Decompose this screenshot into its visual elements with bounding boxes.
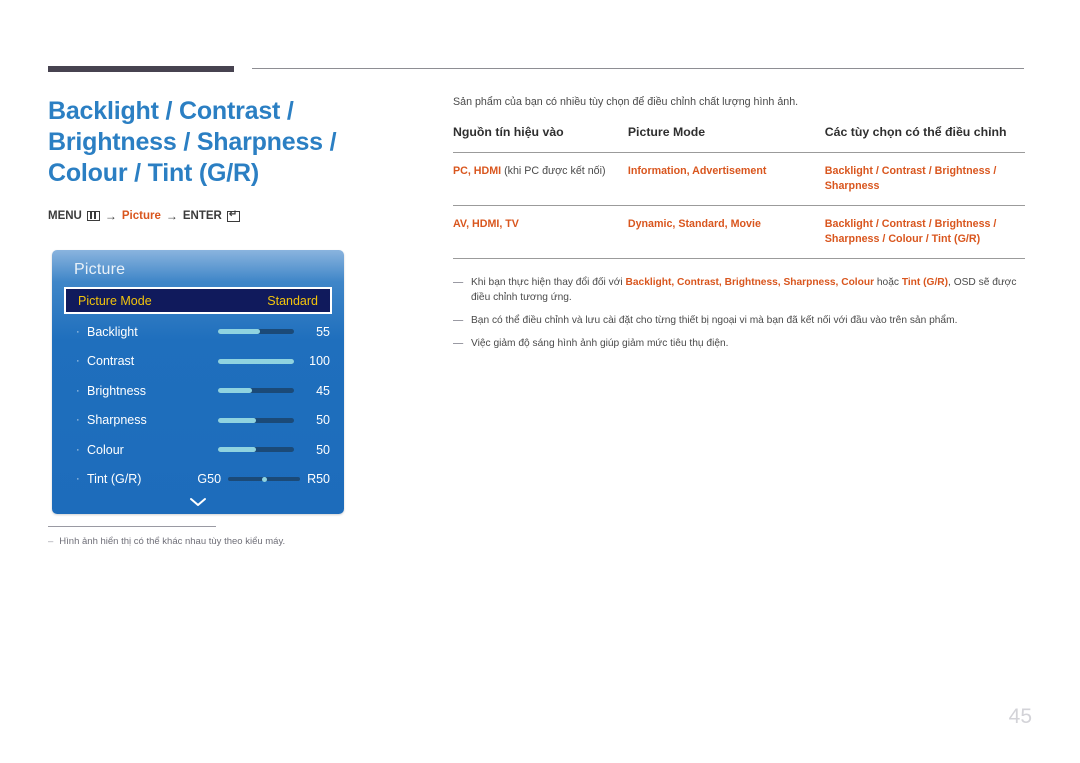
note-prefix: Khi bạn thực hiện thay đổi đối với (471, 277, 626, 288)
table-header-source: Nguồn tín hiệu vào (453, 125, 564, 139)
table-row: AV, HDMI, TV Dynamic, Standard, Movie Ba… (453, 205, 1025, 259)
menu-path-picture-label: Picture (121, 210, 161, 222)
osd-row-picture-mode-label: Picture Mode (78, 293, 152, 308)
note-dash: — (453, 315, 463, 326)
table-cell-modes: Dynamic, Standard, Movie (627, 205, 825, 259)
osd-rows: · Backlight 55 · Contrast 100 · Brightne… (52, 317, 344, 494)
osd-panel-title: Picture (74, 261, 126, 278)
note-highlight: Backlight, Contrast, Brightness, Sharpne… (625, 277, 875, 288)
osd-tint-right-label: R50 (307, 472, 330, 487)
note-middle: hoặc (874, 277, 902, 288)
osd-row-contrast-value: 100 (309, 354, 330, 369)
osd-row-sharpness-value: 50 (316, 413, 330, 428)
osd-row-tint[interactable]: · Tint (G/R) G50 R50 (52, 465, 344, 495)
table-cell-source: AV, HDMI, TV (453, 205, 628, 259)
note-dash: — (453, 338, 463, 349)
osd-picture-panel: Picture Picture Mode Standard · Backligh… (52, 250, 344, 514)
osd-tint-track[interactable] (228, 476, 301, 482)
footnote-text: Hình ảnh hiển thị có thể khác nhau tùy t… (59, 536, 286, 547)
page-title: Backlight / Contrast / Brightness / Shar… (48, 97, 337, 187)
note-text: Việc giảm độ sáng hình ảnh giúp giảm mức… (471, 338, 729, 349)
osd-row-brightness-value: 45 (316, 383, 330, 398)
osd-slider-tint[interactable]: G50 R50 (197, 472, 330, 486)
osd-row-sharpness-label: Sharpness (87, 413, 147, 428)
left-column: Backlight / Contrast / Brightness / Shar… (48, 96, 418, 223)
table-header-options: Các tùy chọn có thể điều chỉnh (824, 125, 1007, 139)
osd-slider-colour[interactable] (218, 447, 294, 453)
note-dash: — (453, 277, 463, 288)
osd-row-colour-value: 50 (316, 442, 330, 457)
osd-row-contrast[interactable]: · Contrast 100 (52, 347, 344, 377)
menu-path-arrow-2: → (165, 209, 178, 223)
footnote-rule (48, 526, 216, 527)
note-item: — Bạn có thể điều chỉnh và lưu cài đặt c… (453, 313, 1025, 328)
osd-bullet-icon: · (76, 414, 80, 427)
menu-path-enter-label: ENTER (182, 210, 222, 222)
right-column: Sản phẩm của bạn có nhiều tùy chọn để đi… (453, 96, 1025, 359)
osd-bullet-icon: · (76, 355, 80, 368)
chevron-down-icon (190, 498, 206, 506)
osd-row-picture-mode-value: Standard (267, 293, 318, 308)
osd-bullet-icon: · (76, 443, 80, 456)
osd-row-picture-mode[interactable]: Picture Mode Standard (64, 287, 332, 314)
note-text: Khi bạn thực hiện thay đổi đối với Backl… (471, 275, 1025, 305)
osd-tint-left-label: G50 (197, 472, 222, 487)
notes-list: — Khi bạn thực hiện thay đổi đối với Bac… (453, 275, 1025, 351)
note-highlight-2: Tint (G/R) (901, 277, 949, 288)
osd-row-brightness[interactable]: · Brightness 45 (52, 376, 344, 406)
osd-slider-backlight[interactable] (218, 329, 294, 335)
source-note: (khi PC được kết nối) (501, 165, 606, 177)
menu-path-menu-label: MENU (48, 210, 82, 222)
osd-row-sharpness[interactable]: · Sharpness 50 (52, 406, 344, 436)
menu-path: MENU → Picture → ENTER (48, 209, 418, 223)
osd-row-backlight-label: Backlight (87, 324, 138, 339)
note-text: Bạn có thể điều chỉnh và lưu cài đặt cho… (471, 315, 958, 326)
page-number: 45 (1008, 705, 1032, 728)
osd-scroll-down[interactable] (52, 495, 344, 513)
note-item: — Khi bạn thực hiện thay đổi đối với Bac… (453, 275, 1025, 305)
header-rule-thick (48, 66, 234, 72)
picture-mode-table: Nguồn tín hiệu vào Picture Mode Các tùy … (453, 124, 1025, 259)
osd-row-contrast-label: Contrast (87, 354, 135, 369)
table-cell-modes: Information, Advertisement (627, 152, 825, 206)
source-main: PC, HDMI (453, 165, 502, 177)
osd-slider-contrast[interactable] (218, 358, 294, 364)
intro-text: Sản phẩm của bạn có nhiều tùy chọn để đi… (453, 96, 799, 108)
enter-key-icon (226, 210, 240, 222)
table-cell-options: Backlight / Contrast / Brightness / Shar… (824, 205, 1025, 259)
osd-row-backlight-value: 55 (316, 324, 330, 339)
osd-row-colour-label: Colour (87, 442, 124, 457)
osd-row-colour[interactable]: · Colour 50 (52, 435, 344, 465)
osd-bullet-icon: · (76, 473, 80, 486)
footnote-line: – Hình ảnh hiển thị có thể khác nhau tùy… (48, 536, 388, 547)
left-footnote: – Hình ảnh hiển thị có thể khác nhau tùy… (48, 526, 388, 547)
table-row: PC, HDMI (khi PC được kết nối) Informati… (453, 152, 1025, 206)
osd-bullet-icon: · (76, 325, 80, 338)
osd-row-backlight[interactable]: · Backlight 55 (52, 317, 344, 347)
menu-path-arrow-1: → (104, 209, 117, 223)
table-cell-options: Backlight / Contrast / Brightness / Shar… (824, 152, 1025, 206)
source-main: AV, HDMI, TV (453, 218, 519, 230)
osd-bullet-icon: · (76, 384, 80, 397)
osd-slider-sharpness[interactable] (218, 417, 294, 423)
osd-row-brightness-label: Brightness (87, 383, 147, 398)
note-item: — Việc giảm độ sáng hình ảnh giúp giảm m… (453, 336, 1025, 351)
table-cell-source: PC, HDMI (khi PC được kết nối) (453, 152, 628, 206)
menu-grid-icon (86, 211, 100, 221)
table-header-row: Nguồn tín hiệu vào Picture Mode Các tùy … (453, 124, 1025, 153)
footnote-dash: – (48, 536, 54, 547)
table-header-picture-mode: Picture Mode (627, 125, 706, 139)
header-rule-thin (252, 68, 1024, 69)
osd-slider-brightness[interactable] (218, 388, 294, 394)
osd-row-tint-label: Tint (G/R) (87, 472, 142, 487)
